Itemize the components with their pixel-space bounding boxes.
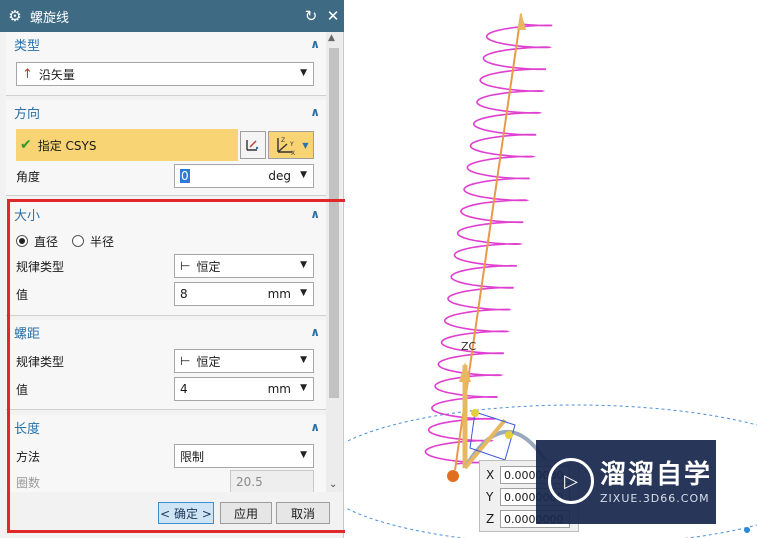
ellipse-end-point bbox=[744, 527, 750, 533]
close-icon[interactable]: ✕ bbox=[322, 7, 344, 25]
csys-dialog-button[interactable] bbox=[240, 131, 266, 159]
pitch-unit: mm bbox=[267, 382, 291, 396]
collapse-icon[interactable]: ∧ bbox=[310, 420, 320, 434]
angle-label: 角度 bbox=[16, 169, 41, 184]
svg-text:Z: Z bbox=[281, 137, 285, 144]
zc-label: ZC bbox=[461, 340, 477, 353]
specify-csys-row[interactable]: ✔ 指定 CSYS bbox=[16, 129, 238, 161]
play-logo-icon: ▷ bbox=[548, 458, 594, 504]
csys-origin-handle[interactable] bbox=[447, 470, 459, 482]
svg-text:X: X bbox=[291, 150, 295, 156]
turns-label: 圈数 bbox=[16, 475, 41, 490]
size-mode-radio-group: 直径 半径 bbox=[16, 229, 114, 253]
pitch-law-type-value: 恒定 bbox=[196, 354, 221, 369]
coord-y-label: Y bbox=[486, 490, 494, 504]
helix-dialog: ⚙ 螺旋线 ↻ ✕ 类型 ∧ ↑ 沿矢量 ▼ 方向 ∧ ✔ 指定 CSYS Z … bbox=[0, 0, 344, 538]
diameter-radio[interactable] bbox=[16, 235, 28, 247]
pitch-value-label: 值 bbox=[16, 382, 29, 397]
size-value: 8 bbox=[180, 287, 188, 301]
collapse-icon[interactable]: ∧ bbox=[310, 325, 320, 339]
length-method-value: 限制 bbox=[180, 449, 205, 464]
angle-unit: deg bbox=[268, 169, 291, 183]
turns-value: 20.5 bbox=[236, 475, 263, 489]
length-method-select[interactable]: 限制 ▼ bbox=[174, 444, 314, 468]
section-size-header[interactable]: 大小 ∧ bbox=[6, 202, 326, 226]
scroll-up-icon[interactable]: ▲ bbox=[328, 33, 335, 43]
dialog-button-bar: < 确定 > 应用 取消 bbox=[6, 492, 342, 532]
csys-type-button[interactable]: Z Y X ▼ bbox=[268, 131, 314, 159]
turns-input: 20.5 bbox=[230, 470, 314, 492]
cancel-button[interactable]: 取消 bbox=[276, 502, 330, 524]
radius-radio[interactable] bbox=[72, 235, 85, 247]
dialog-titlebar: ⚙ 螺旋线 ↻ ✕ bbox=[0, 0, 344, 32]
helix-path[interactable] bbox=[424, 23, 553, 465]
size-law-type-label: 规律类型 bbox=[16, 259, 65, 274]
dialog-scroll-area: 类型 ∧ ↑ 沿矢量 ▼ 方向 ∧ ✔ 指定 CSYS Z Y X ▼ 角度 0… bbox=[6, 32, 326, 492]
section-length-title: 长度 bbox=[14, 421, 41, 437]
chevron-down-icon: ▼ bbox=[300, 260, 307, 270]
chevron-down-icon[interactable]: ▼ bbox=[300, 170, 307, 180]
vector-arrow-icon: ↑ bbox=[22, 66, 33, 82]
svg-text:Y: Y bbox=[289, 141, 294, 148]
collapse-icon[interactable]: ∧ bbox=[310, 207, 320, 221]
angle-input[interactable]: 0 deg ▼ bbox=[174, 164, 314, 188]
chevron-down-icon: ▼ bbox=[300, 450, 307, 460]
dialog-title: 螺旋线 bbox=[30, 10, 70, 26]
chevron-down-icon[interactable]: ▼ bbox=[302, 141, 308, 150]
chevron-down-icon: ▼ bbox=[300, 355, 307, 365]
csys-point-handle[interactable] bbox=[505, 431, 513, 439]
chevron-down-icon[interactable]: ▼ bbox=[300, 383, 307, 393]
size-unit: mm bbox=[267, 287, 291, 301]
axis-arrow-head bbox=[517, 12, 526, 30]
csys-point-handle[interactable] bbox=[471, 409, 479, 417]
collapse-icon[interactable]: ∧ bbox=[310, 37, 320, 51]
section-type-title: 类型 bbox=[14, 38, 41, 54]
section-length-header[interactable]: 长度 ∧ bbox=[6, 415, 326, 439]
scrollbar-thumb[interactable] bbox=[329, 48, 339, 398]
size-law-type-select[interactable]: ⊢ 恒定 ▼ bbox=[174, 254, 314, 278]
pitch-value-input[interactable]: 4 mm ▼ bbox=[174, 377, 314, 401]
ok-button[interactable]: < 确定 > bbox=[158, 502, 214, 524]
pitch-law-type-select[interactable]: ⊢ 恒定 ▼ bbox=[174, 349, 314, 373]
type-select[interactable]: ↑ 沿矢量 ▼ bbox=[16, 62, 314, 86]
gear-icon[interactable]: ⚙ bbox=[0, 7, 30, 25]
watermark: ▷ 溜溜自学 ZIXUE.3D66.COM bbox=[536, 440, 716, 524]
watermark-brand: 溜溜自学 bbox=[600, 460, 713, 490]
scroll-down-icon[interactable]: ⌄ bbox=[329, 479, 337, 490]
csys-dialog-icon bbox=[246, 140, 259, 151]
radius-label: 半径 bbox=[90, 234, 115, 249]
section-size-title: 大小 bbox=[14, 208, 41, 224]
size-value-input[interactable]: 8 mm ▼ bbox=[174, 282, 314, 306]
section-type: 类型 ∧ ↑ 沿矢量 ▼ bbox=[6, 32, 326, 96]
section-direction-header[interactable]: 方向 ∧ bbox=[6, 100, 326, 124]
chevron-down-icon[interactable]: ▼ bbox=[300, 288, 307, 298]
checkmark-icon: ✔ bbox=[20, 137, 32, 153]
coord-x-label: X bbox=[486, 468, 495, 482]
specify-csys-label: 指定 CSYS bbox=[37, 138, 97, 153]
type-select-value: 沿矢量 bbox=[38, 67, 75, 82]
dialog-scrollbar[interactable]: ▲ ⌄ bbox=[326, 32, 342, 492]
csys-axes-icon: Z Y X bbox=[277, 137, 296, 156]
helix-curve[interactable] bbox=[424, 23, 553, 465]
apply-button[interactable]: 应用 bbox=[220, 502, 272, 524]
diameter-label: 直径 bbox=[34, 234, 59, 249]
size-value-label: 值 bbox=[16, 287, 29, 302]
constant-law-icon: ⊢ bbox=[180, 259, 191, 273]
size-law-type-value: 恒定 bbox=[196, 259, 221, 274]
pitch-value: 4 bbox=[180, 382, 188, 396]
section-direction-title: 方向 bbox=[14, 106, 41, 122]
collapse-icon[interactable]: ∧ bbox=[310, 105, 320, 119]
section-pitch-header[interactable]: 螺距 ∧ bbox=[6, 320, 326, 344]
constant-law-icon: ⊢ bbox=[180, 354, 191, 368]
angle-value: 0 bbox=[180, 169, 190, 183]
section-type-header[interactable]: 类型 ∧ bbox=[6, 32, 326, 56]
watermark-url: ZIXUE.3D66.COM bbox=[600, 492, 710, 505]
pitch-law-type-label: 规律类型 bbox=[16, 354, 65, 369]
chevron-down-icon: ▼ bbox=[300, 68, 307, 78]
coord-z-label: Z bbox=[486, 512, 495, 526]
length-method-label: 方法 bbox=[16, 449, 41, 464]
reset-icon[interactable]: ↻ bbox=[300, 7, 322, 25]
section-pitch-title: 螺距 bbox=[14, 326, 41, 342]
